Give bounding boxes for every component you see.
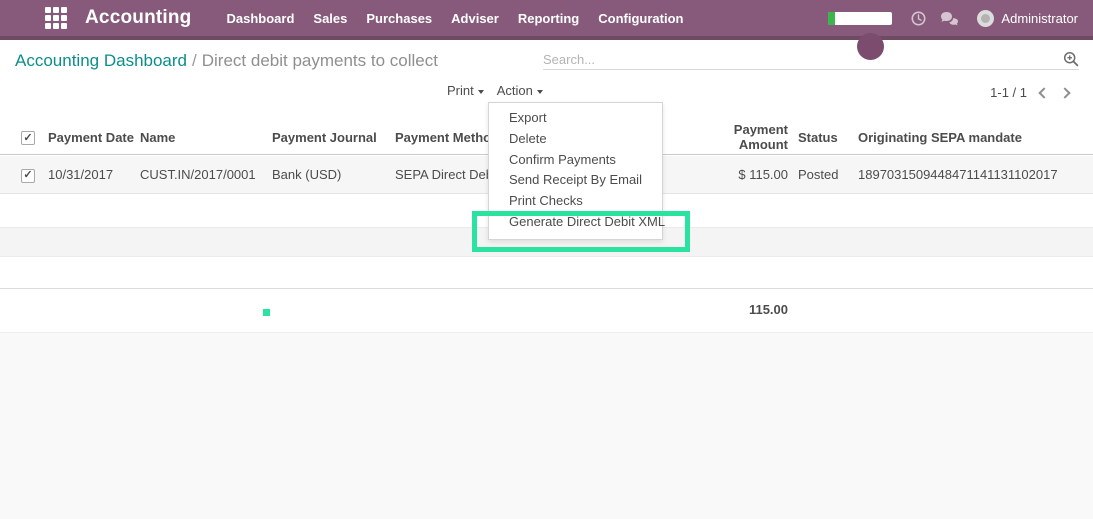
- breadcrumb-parent-link[interactable]: Accounting Dashboard: [15, 51, 187, 70]
- chevron-down-icon: [536, 89, 543, 94]
- pager: 1-1 / 1: [990, 85, 1071, 100]
- activities-clock-icon[interactable]: [911, 11, 926, 26]
- navbar-right: Administrator: [828, 9, 1093, 27]
- trial-progress-bar[interactable]: [828, 11, 893, 25]
- cell-payment-journal: Bank (USD): [272, 167, 342, 182]
- print-button-label: Print: [447, 83, 474, 98]
- pager-next-icon[interactable]: [1059, 86, 1071, 99]
- menu-item-export[interactable]: Export: [489, 108, 662, 129]
- nav-item-reporting[interactable]: Reporting: [518, 11, 579, 26]
- action-button-label: Action: [496, 83, 533, 98]
- page-background: [0, 332, 1093, 519]
- cell-name: CUST.IN/2017/0001: [140, 167, 256, 182]
- app-title[interactable]: Accounting: [85, 7, 192, 29]
- print-dropdown-button[interactable]: Print: [447, 83, 484, 98]
- breadcrumb: Accounting Dashboard / Direct debit paymen…: [15, 51, 438, 71]
- advanced-search-icon[interactable]: [1063, 51, 1079, 67]
- page-title: Direct debit payments to collect: [201, 51, 438, 70]
- action-dropdown-button[interactable]: Action: [497, 83, 543, 98]
- user-name: Administrator: [1001, 10, 1078, 26]
- apps-grid-icon[interactable]: [44, 6, 68, 30]
- user-avatar: [977, 9, 995, 27]
- menu-item-print-checks[interactable]: Print Checks: [489, 191, 662, 212]
- chevron-down-icon: [477, 89, 484, 94]
- top-navbar: Accounting Dashboard Sales Purchases Adv…: [0, 0, 1093, 40]
- col-header-name[interactable]: Name: [140, 130, 272, 145]
- cell-mandate: 1897031509448471141131102017: [858, 167, 1058, 182]
- col-header-status[interactable]: Status: [792, 130, 858, 145]
- pager-range: 1-1 / 1: [990, 85, 1027, 100]
- pager-prev-icon[interactable]: [1038, 86, 1050, 99]
- nav-item-adviser[interactable]: Adviser: [451, 11, 499, 26]
- nav-item-dashboard[interactable]: Dashboard: [227, 11, 295, 26]
- menu-item-confirm-payments[interactable]: Confirm Payments: [489, 150, 662, 171]
- user-menu[interactable]: Administrator: [977, 9, 1078, 27]
- cell-status: Posted: [798, 167, 839, 182]
- nav-item-sales[interactable]: Sales: [313, 11, 347, 26]
- messages-chat-icon[interactable]: [940, 11, 961, 26]
- annotation-green-marker: [263, 309, 270, 316]
- search-input[interactable]: [543, 50, 1079, 70]
- row-checkbox[interactable]: [21, 168, 35, 183]
- main-menu: Dashboard Sales Purchases Adviser Report…: [227, 11, 684, 26]
- menu-item-delete[interactable]: Delete: [489, 129, 662, 150]
- col-header-payment-amount[interactable]: Payment Amount: [690, 122, 792, 152]
- separator-line: [0, 288, 1093, 289]
- progress-fill: [828, 11, 836, 25]
- col-header-mandate[interactable]: Originating SEPA mandate: [858, 130, 1093, 145]
- nav-item-purchases[interactable]: Purchases: [366, 11, 432, 26]
- action-dropdown-menu: Export Delete Confirm Payments Send Rece…: [488, 102, 665, 240]
- column-total-amount: 115.00: [748, 302, 788, 317]
- col-header-payment-journal[interactable]: Payment Journal: [272, 130, 395, 145]
- menu-item-send-receipt-by-email[interactable]: Send Receipt By Email: [489, 170, 662, 191]
- nav-item-configuration[interactable]: Configuration: [598, 11, 683, 26]
- select-all-checkbox[interactable]: [21, 131, 35, 146]
- col-header-payment-date[interactable]: Payment Date: [48, 130, 140, 145]
- search-bar: [543, 50, 1079, 71]
- breadcrumb-separator: /: [192, 51, 197, 70]
- cell-payment-date: 10/31/2017: [48, 167, 114, 182]
- cell-payment-amount: $ 115.00: [738, 167, 788, 182]
- list-toolbar: Print Action: [447, 83, 543, 98]
- menu-item-generate-direct-debit-xml[interactable]: Generate Direct Debit XML: [489, 212, 665, 233]
